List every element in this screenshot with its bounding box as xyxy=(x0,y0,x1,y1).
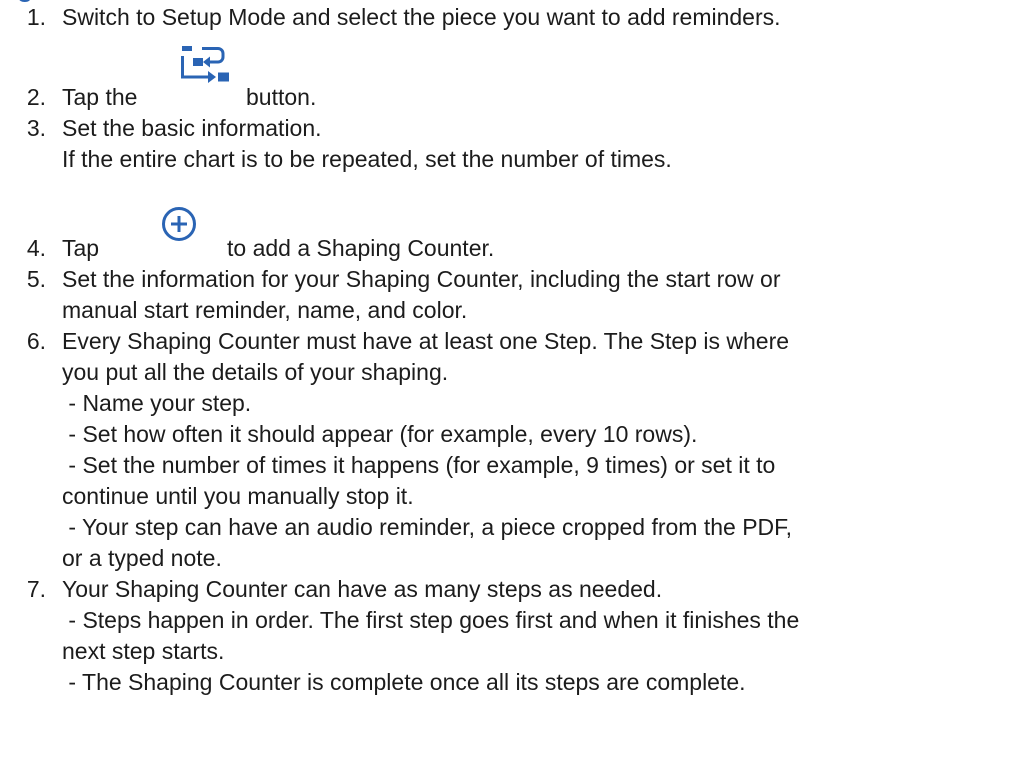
step-6-line-4: - Set how often it should appear (for ex… xyxy=(62,421,698,447)
instruction-list: 1. Switch to Setup Mode and select the p… xyxy=(0,0,1016,768)
step-6-line-8: or a typed note. xyxy=(62,545,222,571)
step-3-line-1: Set the basic information. xyxy=(62,115,322,141)
step-4-before-icon: Tap xyxy=(62,235,100,261)
step-7-line-3: next step starts. xyxy=(62,638,225,664)
step-4-after-icon: to add a Shaping Counter. xyxy=(227,235,495,261)
step-2-after-icon: button. xyxy=(246,84,317,110)
step-number: 3. xyxy=(26,115,46,141)
step-5-line-1: Set the information for your Shaping Cou… xyxy=(62,266,781,292)
step-number: 6. xyxy=(26,328,46,354)
step-5-line-2: manual start reminder, name, and color. xyxy=(62,297,468,323)
step-6-line-3: - Name your step. xyxy=(62,390,252,416)
step-number: 2. xyxy=(26,84,46,110)
plus-circle-icon xyxy=(161,206,197,242)
step-6-line-7: - Your step can have an audio reminder, … xyxy=(62,514,793,540)
step-number: 7. xyxy=(26,576,46,602)
step-number: 5. xyxy=(26,266,46,292)
step-7-line-1: Your Shaping Counter can have as many st… xyxy=(62,576,663,602)
step-3-line-2: If the entire chart is to be repeated, s… xyxy=(62,146,672,172)
step-6-line-6: continue until you manually stop it. xyxy=(62,483,414,509)
step-2-before-icon: Tap the xyxy=(62,84,138,110)
step-6-line-1: Every Shaping Counter must have at least… xyxy=(62,328,790,354)
step-1-line-1: Switch to Setup Mode and select the piec… xyxy=(62,4,781,30)
step-7-line-4: - The Shaping Counter is complete once a… xyxy=(62,669,746,695)
step-number: 1. xyxy=(26,4,46,30)
step-7-line-2: - Steps happen in order. The first step … xyxy=(62,607,800,633)
step-6-line-2: you put all the details of your shaping. xyxy=(62,359,449,385)
step-6-line-5: - Set the number of times it happens (fo… xyxy=(62,452,776,478)
shaping-counter-icon xyxy=(172,44,232,94)
step-number: 4. xyxy=(26,235,46,261)
